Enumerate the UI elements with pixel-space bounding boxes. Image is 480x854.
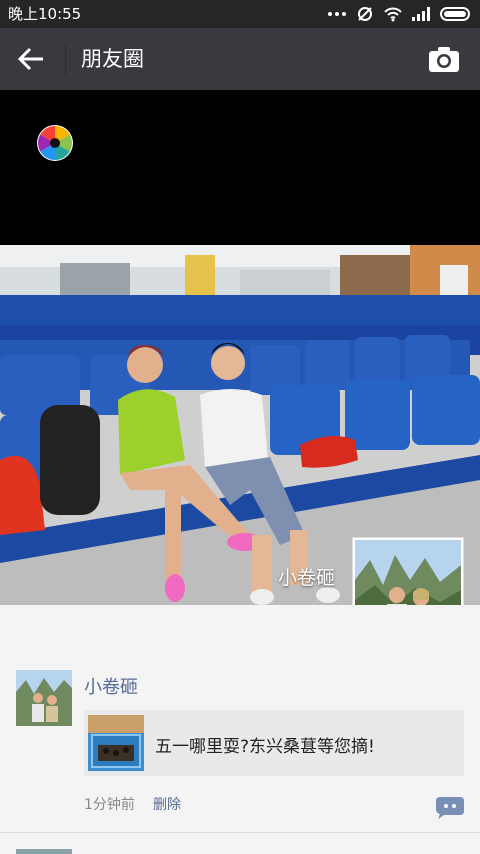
status-bar: 晚上10:55 xyxy=(0,0,480,28)
more-dots-icon xyxy=(328,12,346,16)
next-post-avatar[interactable] xyxy=(16,849,72,854)
back-arrow-icon[interactable] xyxy=(16,45,46,73)
camera-lens-logo-icon xyxy=(37,125,73,161)
status-icons xyxy=(328,4,474,24)
mute-icon xyxy=(358,7,372,21)
share-title: 五一哪里耍?东兴桑葚等您摘! xyxy=(155,737,375,757)
post-author-name[interactable]: 小卷砸 xyxy=(84,673,138,699)
shared-link-card[interactable]: 五一哪里耍?东兴桑葚等您摘! xyxy=(84,710,464,776)
wifi-icon xyxy=(384,7,402,22)
cover-top-black xyxy=(0,90,480,245)
title-bar: 朋友圈 xyxy=(0,28,480,90)
status-time: 晚上10:55 xyxy=(8,5,82,23)
share-thumbnail-image xyxy=(88,715,144,771)
signal-icon xyxy=(412,7,430,21)
page-title: 朋友圈 xyxy=(81,47,144,71)
share-thumbnail xyxy=(88,715,144,771)
post-avatar[interactable] xyxy=(16,670,72,726)
post-avatar-image xyxy=(16,670,72,726)
battery-icon xyxy=(440,6,474,22)
post-time: 1分钟前 xyxy=(84,797,135,813)
delete-button[interactable]: 删除 xyxy=(153,794,181,814)
cover-owner-name[interactable]: 小卷砸 xyxy=(278,563,335,590)
title-divider xyxy=(65,43,66,75)
camera-icon[interactable] xyxy=(428,45,460,73)
post-separator xyxy=(0,832,480,833)
comment-icon[interactable] xyxy=(436,797,464,819)
